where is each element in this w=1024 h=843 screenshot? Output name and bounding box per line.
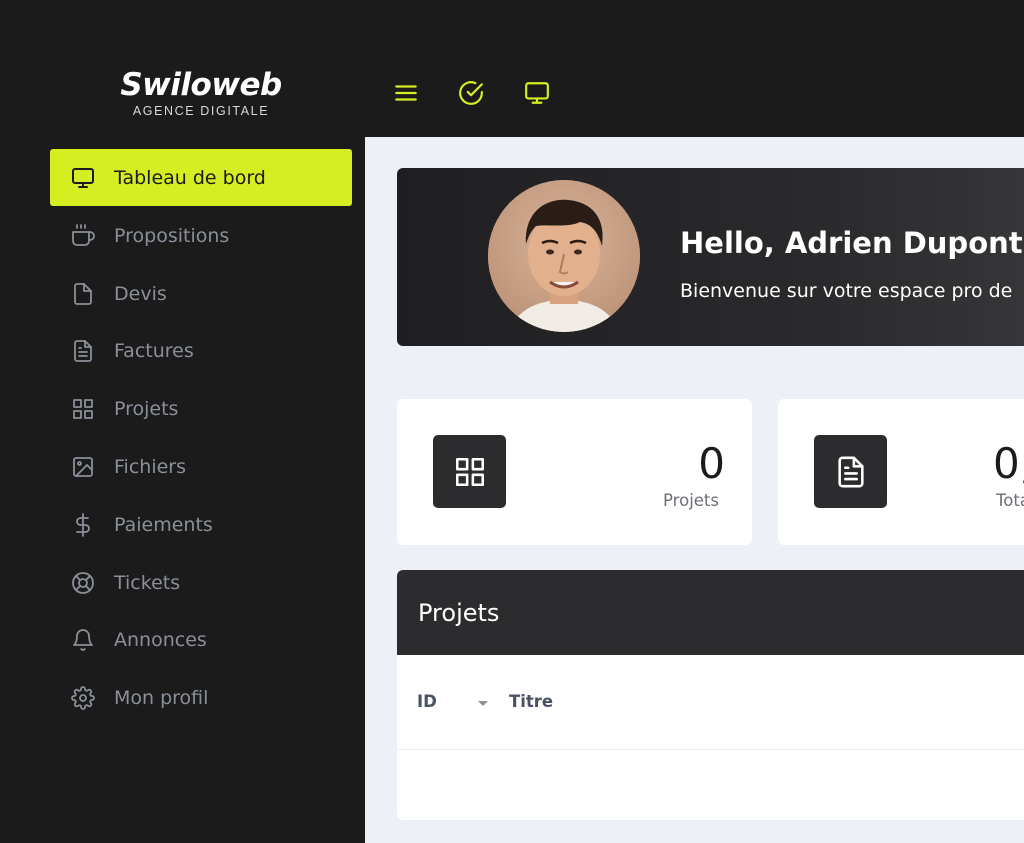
panel-title: Projets: [418, 598, 500, 627]
brand-name: Swiloweb: [120, 67, 282, 103]
sidebar-item-label: Projets: [114, 398, 179, 421]
sidebar: Swiloweb AGENCE DIGITALE Tableau de bord…: [0, 0, 365, 843]
topbar: [365, 0, 1024, 137]
sidebar-item-propositions[interactable]: Propositions: [50, 207, 352, 265]
panel-header: Projets: [397, 570, 1024, 655]
grid-icon: [70, 396, 96, 422]
sidebar-item-projets[interactable]: Projets: [50, 380, 352, 438]
sidebar-item-tableau-de-bord[interactable]: Tableau de bord: [50, 149, 352, 206]
avatar: [488, 180, 640, 332]
sidebar-item-label: Mon profil: [114, 687, 209, 710]
column-header-titre[interactable]: Titre: [509, 692, 553, 711]
monitor-icon: [70, 165, 96, 191]
stat-value: 0,: [993, 439, 1024, 488]
life-buoy-icon: [70, 570, 96, 596]
greeting-title: Hello, Adrien Dupont: [680, 226, 1023, 260]
brand-tagline: AGENCE DIGITALE: [132, 104, 270, 118]
sidebar-item-label: Tableau de bord: [114, 166, 266, 189]
monitor-icon[interactable]: [524, 80, 550, 106]
main-content: Hello, Adrien Dupont Bienvenue sur votre…: [365, 137, 1024, 843]
stat-label: Projets: [663, 491, 719, 510]
sidebar-item-mon-profil[interactable]: Mon profil: [50, 669, 352, 727]
stat-card-total: 0, Tota: [778, 399, 1024, 545]
bell-icon: [70, 627, 96, 653]
file-text-icon: [814, 435, 887, 508]
grid-icon: [433, 435, 506, 508]
stat-value: 0: [698, 439, 725, 488]
stat-card-projets: 0 Projets: [397, 399, 752, 545]
column-header-id[interactable]: ID: [417, 692, 437, 711]
projects-panel: Projets ID Titre: [397, 570, 1024, 820]
coffee-icon: [70, 223, 96, 249]
image-icon: [70, 454, 96, 480]
sidebar-item-label: Factures: [114, 340, 194, 363]
file-text-icon: [70, 338, 96, 364]
sidebar-item-factures[interactable]: Factures: [50, 323, 352, 381]
file-icon: [70, 281, 96, 307]
welcome-text: Bienvenue sur votre espace pro de: [680, 280, 1013, 302]
welcome-banner: Hello, Adrien Dupont Bienvenue sur votre…: [397, 168, 1024, 346]
sidebar-item-label: Paiements: [114, 513, 213, 536]
sidebar-item-label: Fichiers: [114, 456, 186, 479]
sidebar-item-fichiers[interactable]: Fichiers: [50, 438, 352, 496]
menu-icon[interactable]: [393, 80, 419, 106]
brand-logo[interactable]: Swiloweb AGENCE DIGITALE: [98, 68, 304, 118]
sidebar-item-annonces[interactable]: Annonces: [50, 612, 352, 670]
sidebar-item-label: Devis: [114, 282, 167, 305]
sort-down-icon[interactable]: [478, 701, 488, 706]
sidebar-item-label: Tickets: [114, 571, 181, 594]
sidebar-item-paiements[interactable]: Paiements: [50, 496, 352, 554]
dollar-icon: [70, 512, 96, 538]
sidebar-nav: Tableau de bord Propositions Devis Factu…: [50, 149, 352, 727]
stat-label: Tota: [996, 491, 1024, 510]
table-header: ID Titre: [397, 655, 1024, 750]
app-root: Swiloweb AGENCE DIGITALE Tableau de bord…: [0, 0, 1024, 843]
sidebar-item-tickets[interactable]: Tickets: [50, 554, 352, 612]
settings-icon: [70, 685, 96, 711]
sidebar-item-label: Annonces: [114, 629, 207, 652]
check-circle-icon[interactable]: [458, 80, 484, 106]
sidebar-item-devis[interactable]: Devis: [50, 265, 352, 323]
sidebar-item-label: Propositions: [114, 224, 230, 247]
